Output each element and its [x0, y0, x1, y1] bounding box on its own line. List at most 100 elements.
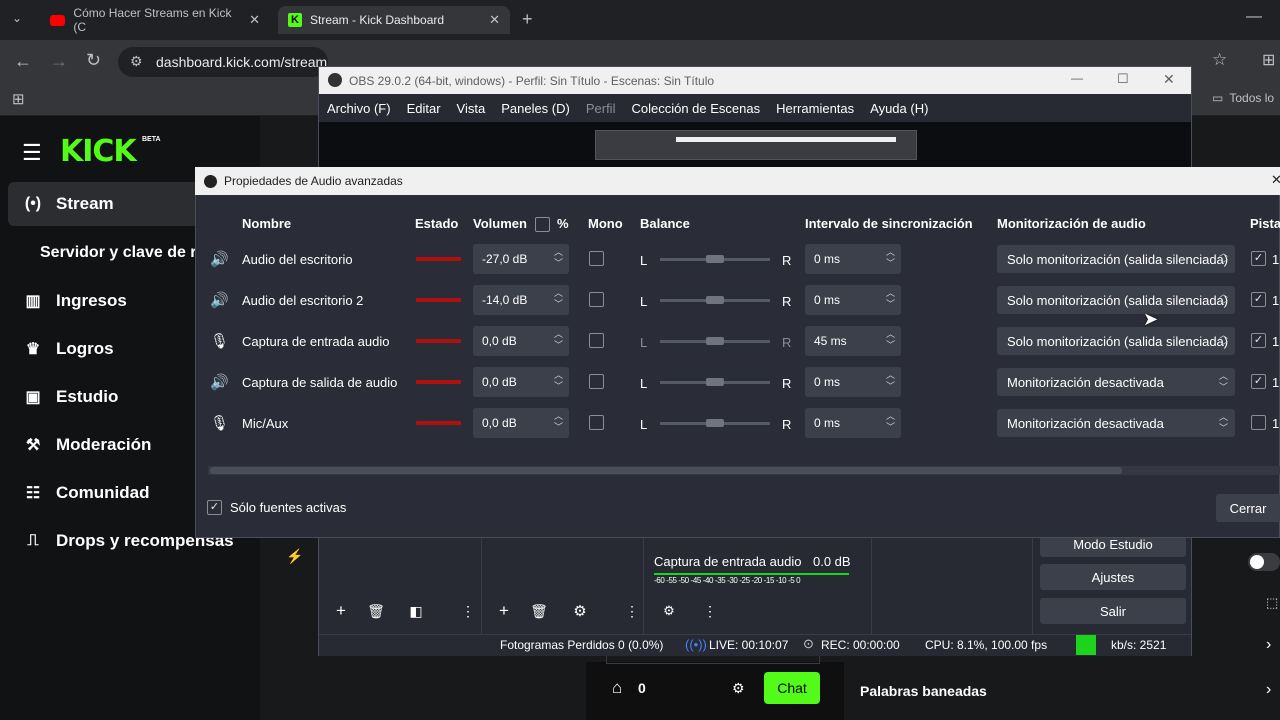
sync-offset-spinbox[interactable]: 0 ms ︿ ﹀ [805, 244, 901, 274]
menu-perfil[interactable]: Perfil [586, 101, 616, 116]
back-icon[interactable]: ← [14, 51, 32, 72]
minimize-icon[interactable]: — [1246, 8, 1262, 26]
apps-grid-icon[interactable]: ⊞ [12, 90, 25, 108]
close-icon[interactable]: ✕ [1163, 71, 1175, 88]
mixer-gear-icon[interactable]: ⚙ [656, 598, 682, 624]
close-icon[interactable]: ✕ [489, 12, 500, 28]
menu-ayuda[interactable]: Ayuda (H) [870, 101, 928, 116]
header-mono[interactable]: Mono [588, 216, 623, 231]
balance-slider-handle[interactable] [706, 337, 724, 345]
balance-slider-handle[interactable] [706, 296, 724, 304]
close-button[interactable]: Cerrar [1216, 494, 1280, 522]
chevron-right-icon[interactable]: › [1266, 636, 1271, 654]
reload-icon[interactable]: ↻ [86, 50, 101, 71]
track-1-checkbox[interactable]: ✓ [1251, 374, 1266, 389]
monitoring-select[interactable]: Solo monitorización (salida silenciada) … [997, 245, 1235, 273]
add-scene-icon[interactable]: + [328, 598, 354, 624]
balance-slider-handle[interactable] [706, 378, 724, 386]
menu-paneles[interactable]: Paneles (D) [501, 101, 570, 116]
kick-logo[interactable]: KICK [60, 134, 137, 169]
tab-youtube[interactable]: Cómo Hacer Streams en Kick (C ✕ [40, 6, 270, 34]
menu-editar[interactable]: Editar [407, 101, 441, 116]
sync-offset-spinbox[interactable]: 45 ms ︿ ﹀ [805, 326, 901, 356]
spin-arrows-icon[interactable]: ︿ ﹀ [554, 329, 563, 351]
trash-icon[interactable]: 🗑 [363, 598, 389, 624]
bookmark-folder[interactable]: ▭ Todos lo [1212, 91, 1274, 105]
track-1-checkbox[interactable] [1251, 415, 1266, 430]
new-tab-icon[interactable]: + [522, 9, 533, 30]
balance-slider-handle[interactable] [706, 419, 724, 427]
mono-checkbox[interactable] [589, 333, 604, 348]
menu-herramientas[interactable]: Herramientas [776, 101, 854, 116]
horizontal-scrollbar-thumb[interactable] [210, 467, 1122, 474]
header-volume[interactable]: Volumen [473, 216, 527, 231]
monitoring-select[interactable]: Solo monitorización (salida silenciada) … [997, 327, 1235, 355]
track-1-checkbox[interactable]: ✓ [1251, 292, 1266, 307]
mono-checkbox[interactable] [589, 292, 604, 307]
more-vertical-icon[interactable]: ⋮ [455, 598, 481, 624]
monitoring-select[interactable]: Monitorización desactivada ︿ ﹀ [997, 368, 1235, 396]
monitoring-select[interactable]: Solo monitorización (salida silenciada) … [997, 286, 1235, 314]
volume-spinbox[interactable]: 0,0 dB ︿ ﹀ [473, 326, 569, 356]
header-sync-offset[interactable]: Intervalo de sincronización [805, 216, 973, 231]
balance-slider-handle[interactable] [706, 255, 724, 263]
gear-icon[interactable]: ⚙ [567, 598, 593, 624]
header-name[interactable]: Nombre [242, 216, 291, 231]
site-info-icon[interactable]: ⚙ [130, 53, 143, 70]
more-vertical-icon[interactable]: ⋮ [697, 598, 723, 624]
header-state[interactable]: Estado [415, 216, 458, 231]
sync-offset-spinbox[interactable]: 0 ms ︿ ﹀ [805, 408, 901, 438]
tab-kick-dashboard[interactable]: K Stream - Kick Dashboard ✕ [278, 6, 510, 34]
monitoring-select[interactable]: Monitorización desactivada ︿ ﹀ [997, 409, 1235, 437]
banned-words-label[interactable]: Palabras baneadas [860, 683, 987, 699]
volume-spinbox[interactable]: -27,0 dB ︿ ﹀ [473, 244, 569, 274]
spin-arrows-icon[interactable]: ︿ ﹀ [886, 288, 895, 310]
maximize-icon[interactable]: ☐ [1117, 71, 1129, 87]
spin-arrows-icon[interactable]: ︿ ﹀ [554, 411, 563, 433]
minimize-icon[interactable]: — [1071, 71, 1083, 85]
sync-offset-spinbox[interactable]: 0 ms ︿ ﹀ [805, 285, 901, 315]
store-icon[interactable]: ⌂ [612, 678, 622, 698]
address-bar[interactable]: ⚙ dashboard.kick.com/stream [118, 47, 328, 77]
header-balance[interactable]: Balance [640, 216, 690, 231]
add-source-icon[interactable]: + [491, 598, 517, 624]
close-icon[interactable]: ✕ [249, 12, 260, 28]
more-vertical-icon[interactable]: ⋮ [619, 598, 645, 624]
chat-send-button[interactable]: Chat [764, 672, 820, 704]
volume-spinbox[interactable]: 0,0 dB ︿ ﹀ [473, 367, 569, 397]
tab-search-chevron-icon[interactable]: ⌄ [12, 11, 22, 25]
hamburger-menu-icon[interactable]: ☰ [22, 140, 42, 166]
settings-button[interactable]: Ajustes [1040, 564, 1186, 590]
filter-icon[interactable]: ◧ [403, 598, 429, 624]
header-tracks[interactable]: Pista [1250, 216, 1280, 231]
track-1-checkbox[interactable]: ✓ [1251, 333, 1266, 348]
chevron-right-icon[interactable]: › [1266, 681, 1271, 699]
volume-spinbox[interactable]: 0,0 dB ︿ ﹀ [473, 408, 569, 438]
spin-arrows-icon[interactable]: ︿ ﹀ [886, 329, 895, 351]
mono-checkbox[interactable] [589, 415, 604, 430]
analytics-icon[interactable]: ⬚ [1266, 595, 1278, 611]
menu-vista[interactable]: Vista [457, 101, 486, 116]
percent-toggle-checkbox[interactable] [535, 217, 550, 232]
menu-coleccion-escenas[interactable]: Colección de Escenas [631, 101, 760, 116]
spin-arrows-icon[interactable]: ︿ ﹀ [554, 370, 563, 392]
toggle-switch[interactable] [1248, 553, 1280, 571]
mono-checkbox[interactable] [589, 374, 604, 389]
menu-archivo[interactable]: Archivo (F) [327, 101, 391, 116]
chat-settings-gear-icon[interactable]: ⚙ [732, 680, 745, 697]
mono-checkbox[interactable] [589, 251, 604, 266]
spin-arrows-icon[interactable]: ︿ ﹀ [886, 370, 895, 392]
trash-icon[interactable]: 🗑 [526, 598, 552, 624]
exit-button[interactable]: Salir [1040, 598, 1186, 624]
header-monitoring[interactable]: Monitorización de audio [997, 216, 1146, 231]
close-icon[interactable]: ✕ [1271, 172, 1280, 188]
bookmark-star-icon[interactable]: ☆ [1212, 50, 1227, 70]
sync-offset-spinbox[interactable]: 0 ms ︿ ﹀ [805, 367, 901, 397]
spin-arrows-icon[interactable]: ︿ ﹀ [554, 288, 563, 310]
track-1-checkbox[interactable]: ✓ [1251, 251, 1266, 266]
spin-arrows-icon[interactable]: ︿ ﹀ [886, 411, 895, 433]
volume-spinbox[interactable]: -14,0 dB ︿ ﹀ [473, 285, 569, 315]
horizontal-scrollbar-track[interactable] [208, 466, 1280, 475]
extensions-icon[interactable]: ⊞ [1262, 50, 1275, 70]
forward-icon[interactable]: → [50, 51, 68, 72]
